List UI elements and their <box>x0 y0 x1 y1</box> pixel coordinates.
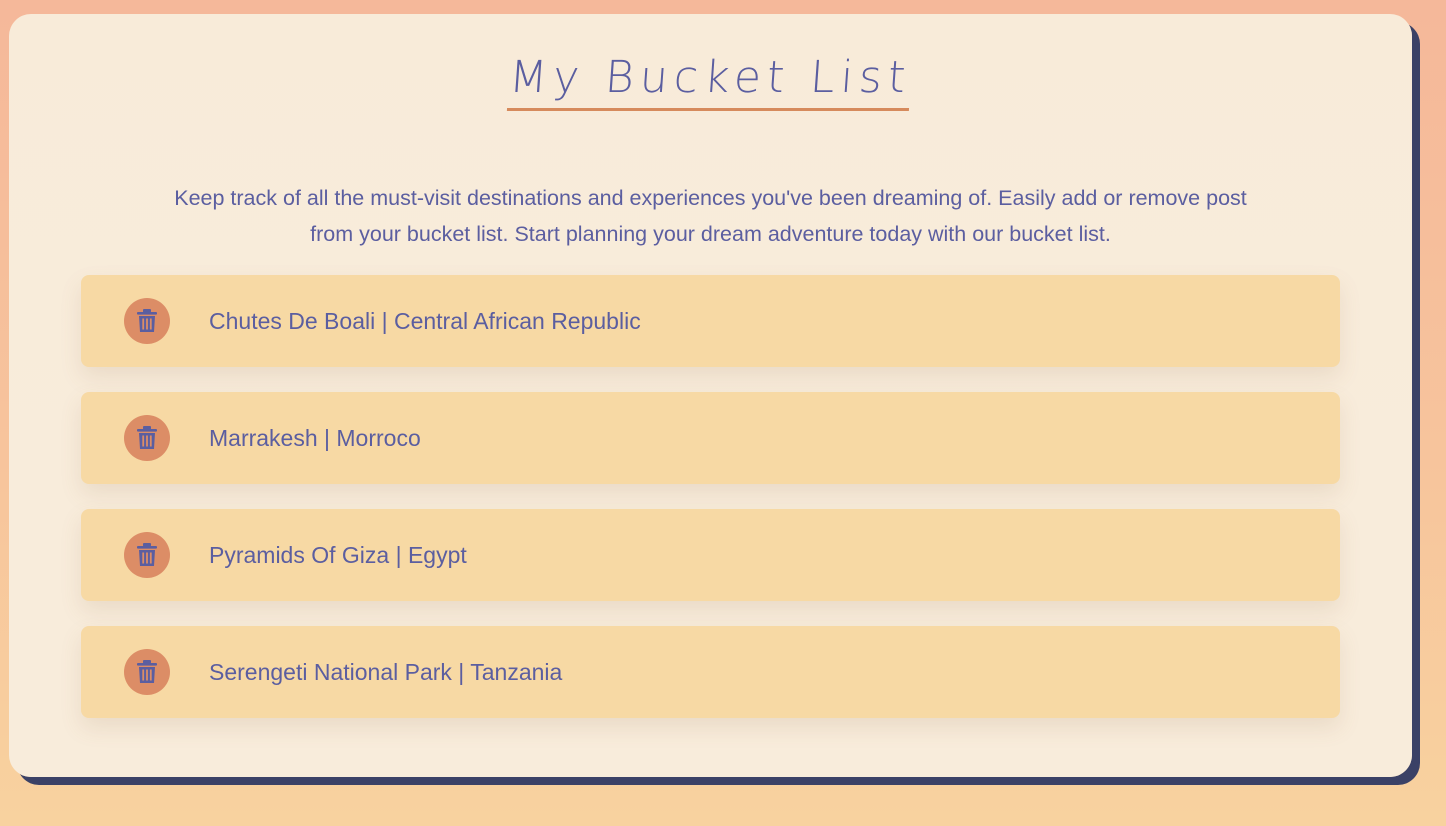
delete-button[interactable] <box>124 532 170 578</box>
trash-icon <box>137 660 157 684</box>
trash-icon <box>137 309 157 333</box>
delete-button[interactable] <box>124 298 170 344</box>
page-description: Keep track of all the must-visit destina… <box>174 186 1247 246</box>
list-item-label: Chutes De Boali | Central African Republ… <box>209 308 641 334</box>
delete-button[interactable] <box>124 415 170 461</box>
list-item-label: Marrakesh | Morroco <box>209 425 421 451</box>
list-item: Pyramids Of Giza | Egypt <box>81 509 1340 601</box>
list-item: Marrakesh | Morroco <box>81 392 1340 484</box>
bucket-list: Chutes De Boali | Central African Republ… <box>81 275 1340 743</box>
trash-icon <box>137 543 157 567</box>
list-item: Chutes De Boali | Central African Republ… <box>81 275 1340 367</box>
page-title: My Bucket List <box>507 50 914 111</box>
bucket-list-card: My Bucket List Keep track of all the mus… <box>9 14 1412 777</box>
list-item: Serengeti National Park | Tanzania <box>81 626 1340 718</box>
list-item-label: Pyramids Of Giza | Egypt <box>209 542 467 568</box>
title-wrapper: My Bucket List <box>9 50 1412 111</box>
list-item-label: Serengeti National Park | Tanzania <box>209 659 563 685</box>
delete-button[interactable] <box>124 649 170 695</box>
trash-icon <box>137 426 157 450</box>
